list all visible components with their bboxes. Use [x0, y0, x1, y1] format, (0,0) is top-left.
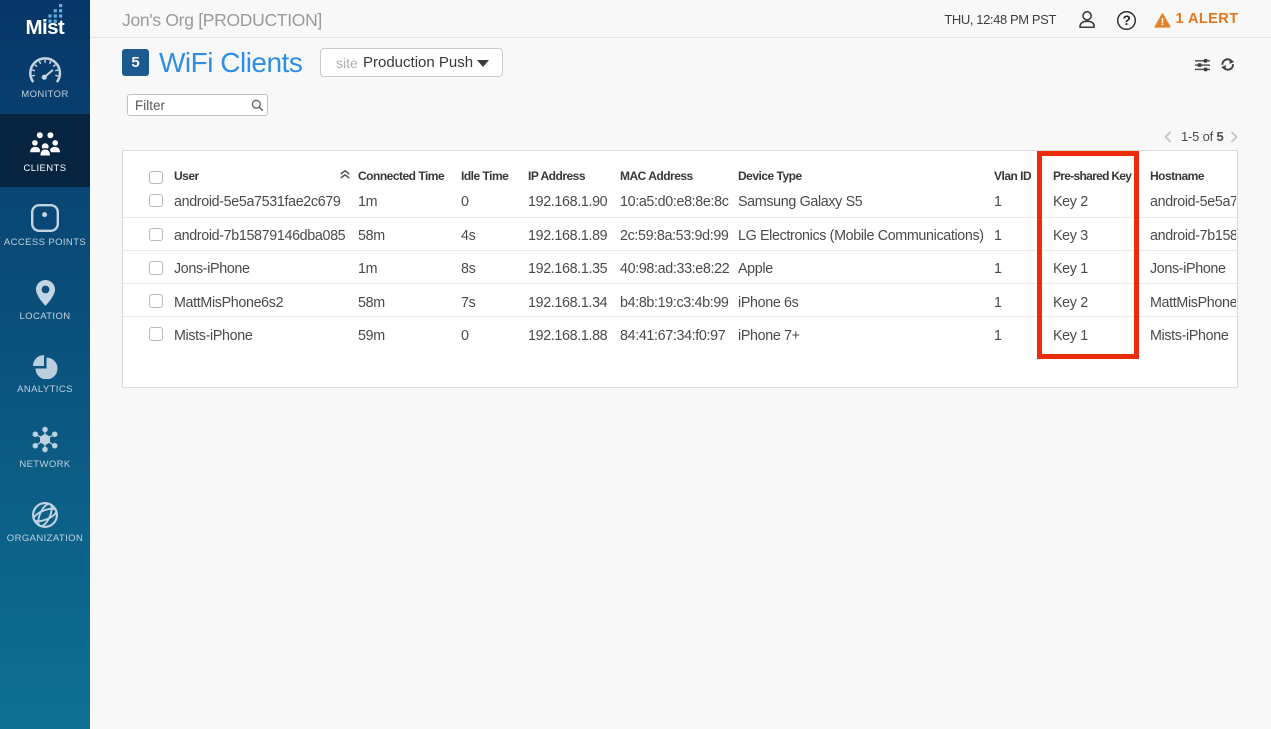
svg-text:?: ?: [1123, 13, 1131, 28]
svg-text:!: !: [1161, 16, 1165, 28]
